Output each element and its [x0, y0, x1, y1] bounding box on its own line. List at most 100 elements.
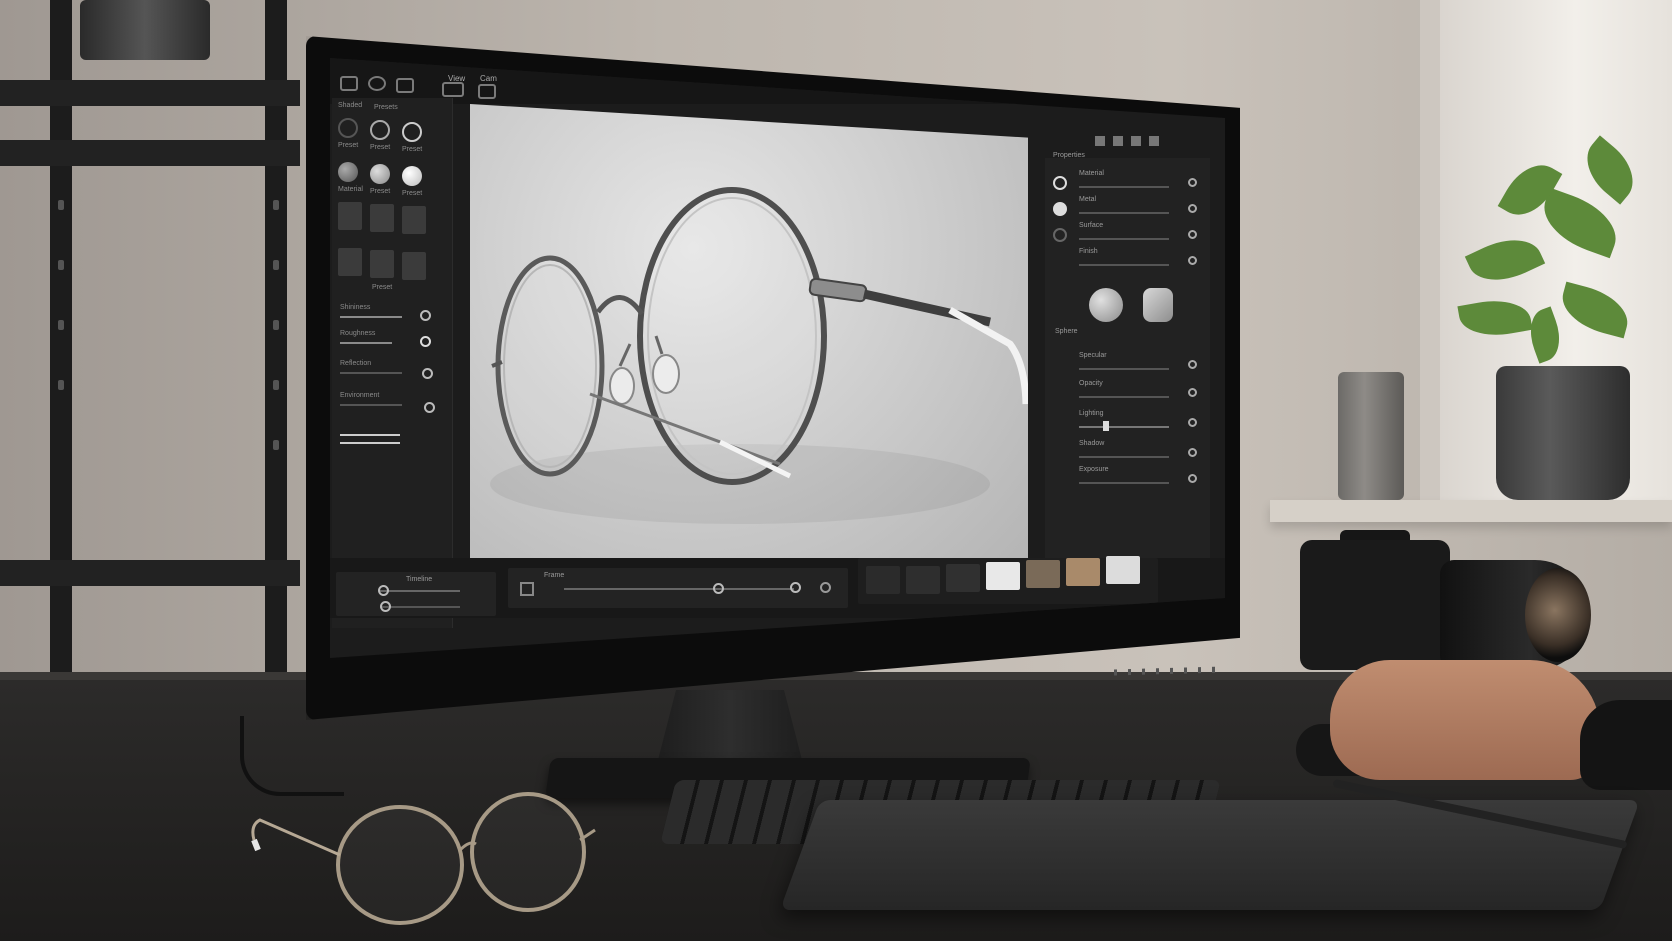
cube-icon[interactable] — [340, 76, 358, 91]
prop-row-opacity[interactable]: Opacity — [1053, 380, 1203, 408]
swatch-label: Material — [338, 186, 363, 193]
plant-pot — [1496, 366, 1630, 500]
slider-shininess[interactable]: Shininess — [336, 304, 436, 326]
slider-knob[interactable] — [422, 368, 433, 379]
toggle[interactable] — [1188, 256, 1197, 265]
preset-tile[interactable] — [370, 250, 394, 278]
swatch-label: Preset — [370, 188, 391, 195]
material-ball[interactable] — [338, 162, 358, 182]
lens-glass — [1525, 568, 1591, 662]
slider-knob[interactable] — [420, 310, 431, 321]
material-ball[interactable] — [402, 166, 422, 186]
vase — [1338, 372, 1404, 500]
desk-eyeglasses — [250, 780, 630, 930]
ring-swatch[interactable] — [370, 120, 390, 140]
loop-icon[interactable] — [820, 582, 831, 593]
frame-label: Frame — [544, 572, 565, 579]
prop-row-exposure[interactable]: Exposure — [1053, 466, 1203, 494]
view-icons[interactable] — [1095, 136, 1165, 146]
material-icon — [1053, 176, 1067, 190]
material-preview[interactable]: Sphere — [1053, 278, 1203, 338]
color-swatch[interactable] — [906, 566, 940, 594]
prop-row-metal[interactable]: Metal — [1053, 196, 1203, 224]
slider-roughness[interactable]: Roughness — [336, 330, 436, 352]
slider-knob[interactable] — [420, 336, 431, 347]
3d-viewport[interactable] — [470, 104, 1028, 584]
viewport-tab-view[interactable]: View — [448, 74, 465, 83]
far-lens-rim — [495, 255, 605, 477]
nose-pad — [652, 354, 680, 394]
metal-shelf — [0, 0, 300, 740]
timeline-knob[interactable] — [378, 585, 389, 596]
near-temple — [863, 289, 991, 327]
cylinder-icon[interactable] — [396, 78, 414, 93]
screen: Shaded Presets Preset Preset Preset Mate… — [330, 58, 1225, 658]
toggle[interactable] — [1188, 178, 1197, 187]
preset-tile[interactable] — [338, 202, 362, 230]
ring-swatch[interactable] — [402, 122, 422, 142]
color-swatch[interactable] — [1106, 556, 1140, 584]
toggle[interactable] — [1188, 388, 1197, 397]
swatch-label: Preset — [402, 146, 423, 153]
image-icon[interactable] — [478, 84, 496, 99]
surface-icon — [1053, 228, 1067, 242]
toggle[interactable] — [1188, 418, 1197, 427]
playback-box[interactable]: Frame — [508, 568, 848, 608]
timeline-knob[interactable] — [380, 601, 391, 612]
end-knob[interactable] — [790, 582, 801, 593]
properties-title: Properties — [1053, 152, 1085, 159]
material-ball[interactable] — [370, 164, 390, 184]
sphere-icon[interactable] — [368, 76, 386, 91]
swatch-label: Preset — [370, 144, 391, 151]
prop-row-finish[interactable]: Finish — [1053, 248, 1203, 276]
preview-label: Sphere — [1055, 328, 1078, 335]
toggle[interactable] — [1188, 204, 1197, 213]
metal-icon — [1053, 202, 1067, 216]
nose-pad — [609, 367, 635, 405]
slider-handle[interactable] — [1103, 421, 1109, 431]
prop-row-lighting[interactable]: Lighting — [1053, 410, 1203, 438]
toggle[interactable] — [1188, 360, 1197, 369]
ring-swatch[interactable] — [338, 118, 358, 138]
materials-panel: Shaded Presets Preset Preset Preset Mate… — [332, 98, 453, 628]
panel-header-presets: Presets — [374, 104, 398, 111]
prop-row-shadow[interactable]: Shadow — [1053, 440, 1203, 468]
toggle[interactable] — [1188, 230, 1197, 239]
slider-knob[interactable] — [424, 402, 435, 413]
toggle[interactable] — [1188, 474, 1197, 483]
prop-row-specular[interactable]: Specular — [1053, 352, 1203, 380]
color-swatch[interactable] — [1026, 560, 1060, 588]
timeline-box[interactable]: Timeline — [336, 572, 496, 616]
color-swatch[interactable] — [866, 566, 900, 594]
slider-track[interactable] — [340, 442, 400, 444]
frame-icon[interactable] — [520, 582, 534, 596]
preset-tile[interactable] — [402, 252, 426, 280]
bridge — [595, 295, 645, 316]
slider-reflection[interactable]: Reflection — [336, 360, 436, 382]
swatch-strip — [858, 556, 1158, 604]
color-swatch[interactable] — [1066, 558, 1100, 586]
viewport-tab-cam[interactable]: Cam — [480, 74, 497, 83]
near-lens-rim — [637, 187, 827, 485]
slider-environment[interactable]: Environment — [336, 392, 436, 414]
preset-tile[interactable] — [370, 204, 394, 232]
toggle[interactable] — [1188, 448, 1197, 457]
prop-row-material[interactable]: Material — [1053, 170, 1203, 198]
prop-row-surface[interactable]: Surface — [1053, 222, 1203, 250]
swatch-label: Preset — [402, 190, 423, 197]
color-swatch[interactable] — [986, 562, 1020, 590]
sleeve — [1580, 700, 1672, 790]
preview-cube[interactable] — [1143, 288, 1173, 322]
playhead-knob[interactable] — [713, 583, 724, 594]
eyeglasses-render — [490, 187, 1028, 524]
color-swatch[interactable] — [946, 564, 980, 592]
folder-icon[interactable] — [442, 82, 464, 97]
preset-tile[interactable] — [338, 248, 362, 276]
panel-header-shaded: Shaded — [338, 102, 363, 109]
window-frame — [1420, 0, 1440, 505]
properties-panel: Properties Material Metal Surface Finish… — [1045, 136, 1210, 588]
slider-track[interactable] — [340, 434, 400, 436]
hand — [1330, 660, 1600, 780]
preset-tile[interactable] — [402, 206, 426, 234]
preview-sphere[interactable] — [1089, 288, 1123, 322]
